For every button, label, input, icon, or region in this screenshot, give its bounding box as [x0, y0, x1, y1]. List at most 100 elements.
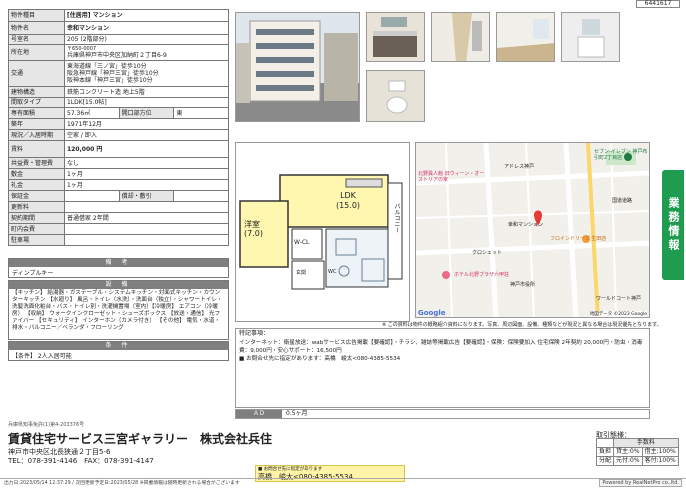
- ad-label: ＡＤ: [236, 410, 282, 418]
- struct-label: 建物構造: [8, 86, 65, 98]
- building-exterior-photo: [235, 12, 360, 122]
- deposit-value: 1ヶ月: [64, 168, 229, 180]
- balcony-label: バルコニー: [393, 203, 400, 233]
- company-tel: TEL：078-391-4146 FAX：078-391-4147: [8, 457, 154, 465]
- room-label: 号室名: [8, 34, 65, 45]
- town-fee-value: [64, 223, 229, 235]
- rent-label: 賃料: [8, 140, 65, 158]
- facilities-header: 設 備: [9, 281, 228, 289]
- map-label-city: 神戸市役所: [510, 282, 536, 288]
- layout-label: 間取タイプ: [8, 97, 65, 108]
- map-label-road: 国道道路: [612, 198, 633, 204]
- special-line: インターネット：衛星放送：wabサービス広告掲載【要確認】・チラシ、雑誌等掲載広…: [239, 340, 643, 354]
- ad-row: ＡＤ 0.5ヶ月: [235, 409, 650, 419]
- access-line: 東海道線「三ノ宮」徒歩10分: [67, 63, 147, 70]
- listing-code: 6441617: [636, 0, 680, 8]
- bay-value: 東: [173, 107, 229, 119]
- map-label-worldcourt: ワールドコート神戸: [596, 296, 642, 302]
- status-label: 現況／入居時期: [8, 129, 65, 141]
- remarks-text: ディンプルキー: [12, 270, 54, 277]
- corridor-photo: [431, 12, 490, 62]
- parking-value: [64, 234, 229, 246]
- toilet-photo: [366, 70, 425, 122]
- parking-label: 駐車場: [8, 234, 65, 246]
- washroom-photo: [561, 12, 620, 62]
- mgmt-value: なし: [64, 157, 229, 169]
- age-value: 1971年12月: [64, 118, 229, 130]
- kitchen-photo: [366, 12, 425, 62]
- fee-table: 手数料 負担 貸主:0% 借主:100% 分配 元付:0% 客付:100%: [595, 438, 679, 466]
- deposit-label: 敷金: [8, 168, 65, 180]
- type-label: 物件種目: [8, 9, 65, 22]
- spec-table: 物件種目 [住居用] マンション 物件名 幸和マンション 号室名 205 (2階部分)…: [8, 9, 229, 246]
- google-logo: Google: [418, 309, 446, 317]
- western-room-size: (7.0): [244, 229, 263, 238]
- license-number: 兵庫県知事免許(1)第4-203376号: [8, 422, 85, 428]
- guarantee-value: [64, 190, 120, 202]
- bay-label: 開口部方位: [118, 107, 175, 119]
- contact-box: ■ お問合せ先に指定があります 高橋 峻太<080-4385-5534: [255, 465, 405, 482]
- special-line: ■ お問合せ先に指定があります：高橋 峻太<080-4385-5534: [239, 356, 401, 362]
- map-label-ijinkan: 北野異人館 旧ウィーン・オーストリアの家: [418, 171, 485, 183]
- conditions-box: 条 件 【条件】 2人入居可能: [8, 341, 229, 361]
- fee-header: 手数料: [613, 438, 679, 448]
- fee-cell: 分配: [595, 456, 615, 466]
- struct-value: 鉄筋コンクリート造 地上5階: [64, 86, 229, 98]
- facilities-text: 【キッチン】 給湯器・ガステーブル・システムキッチン・対面式キッチン・カウンター…: [12, 290, 223, 331]
- fee-cell: 元付:0%: [613, 456, 643, 466]
- fee-cell: 貸主:0%: [613, 447, 643, 457]
- map-label-seven: セブン-イレブン 神戸布引町2丁目店: [594, 149, 648, 161]
- wcl-label: W-CL: [294, 239, 310, 246]
- conditions-header: 条 件: [9, 342, 228, 350]
- renew-value: [64, 201, 229, 213]
- map-label-freundlieb: フロインドリーブ 生田店: [550, 236, 607, 242]
- company-name: 賃貸住宅サービス三宮ギャラリー 株式会社兵住: [8, 432, 273, 446]
- fee-cell: 負担: [595, 447, 615, 457]
- map-label-hotel: ホテル北野プラザ六甲荘: [454, 272, 510, 278]
- contract-value: 普通借家 2年間: [64, 212, 229, 224]
- conditions-text: 【条件】 2人入居可能: [12, 353, 72, 360]
- key-money-label: 礼金: [8, 179, 65, 191]
- addr-value: 兵庫県神戸市中央区加納町２丁目6-9: [67, 52, 167, 59]
- name-label: 物件名: [8, 21, 65, 35]
- status-value: 空家 / 即入: [64, 129, 229, 141]
- access-label: 交通: [8, 60, 65, 87]
- name-value: 幸和マンション: [64, 21, 229, 35]
- remarks-header: 備 考: [9, 259, 228, 267]
- town-fee-label: 町内会費: [8, 223, 65, 235]
- floor-plan: LDK (15.0) 洋室 (7.0) W-CL バルコニー 玄関 WC: [235, 142, 410, 322]
- type-value: [住居用] マンション: [64, 9, 229, 22]
- map-label-croissant: クロシェット: [472, 250, 503, 256]
- fee-cell: 客付:100%: [641, 456, 679, 466]
- shikibiki-value: [173, 190, 229, 202]
- fee-cell: 借主:100%: [641, 447, 679, 457]
- rent-value: 120,000 円: [64, 140, 229, 158]
- wc-label: WC: [328, 269, 337, 275]
- area-map[interactable]: セブン-イレブン 神戸布引町2丁目店 アドレス神戸 ホテル北野プラザ六甲荘 北野…: [415, 142, 650, 318]
- contract-label: 契約期間: [8, 212, 65, 224]
- map-label-address: アドレス神戸: [504, 164, 535, 170]
- remarks-box: 備 考 ディンプルキー: [8, 258, 229, 278]
- access-line: 阪急神戸線「神戸三宮」徒歩10分: [67, 70, 159, 77]
- access-line: 阪神本線「神戸三宮」徒歩10分: [67, 77, 153, 84]
- room-photo: [496, 12, 555, 62]
- ldk-size: (15.0): [335, 201, 361, 210]
- guarantee-label: 保証金: [8, 190, 65, 202]
- special-notes-box: 特記事項： インターネット：衛星放送：wabサービス広告掲載【要確認】・チラシ、…: [235, 328, 650, 408]
- key-money-value: 1ヶ月: [64, 179, 229, 191]
- ldk-label: LDK: [340, 191, 356, 200]
- footer-output-date: 出力日:2023/05/14 12:37:29 / 次回更新予定日:2023/0…: [4, 481, 240, 486]
- room-value: 205 (2階部分): [64, 34, 229, 45]
- layout-value: 1LDK[15.0帖]: [64, 97, 229, 108]
- contact-person: 高橋 峻太<080-4385-5534: [258, 473, 353, 481]
- business-info-tab[interactable]: 業務情報: [662, 170, 684, 280]
- area-label: 専有面積: [8, 107, 65, 119]
- footer-powered-by: Powered by RealNetPro co.,ltd.: [599, 479, 682, 487]
- renew-label: 更新料: [8, 201, 65, 213]
- facilities-box: 設 備 【キッチン】 給湯器・ガステーブル・システムキッチン・対面式キッチン・カ…: [8, 280, 229, 340]
- mgmt-label: 共益費・管理費: [8, 157, 65, 169]
- age-label: 築年: [8, 118, 65, 130]
- special-title: 特記事項：: [239, 330, 270, 337]
- entrance-label: 玄関: [296, 270, 307, 276]
- shikibiki-label: 償却・敷引: [118, 190, 175, 202]
